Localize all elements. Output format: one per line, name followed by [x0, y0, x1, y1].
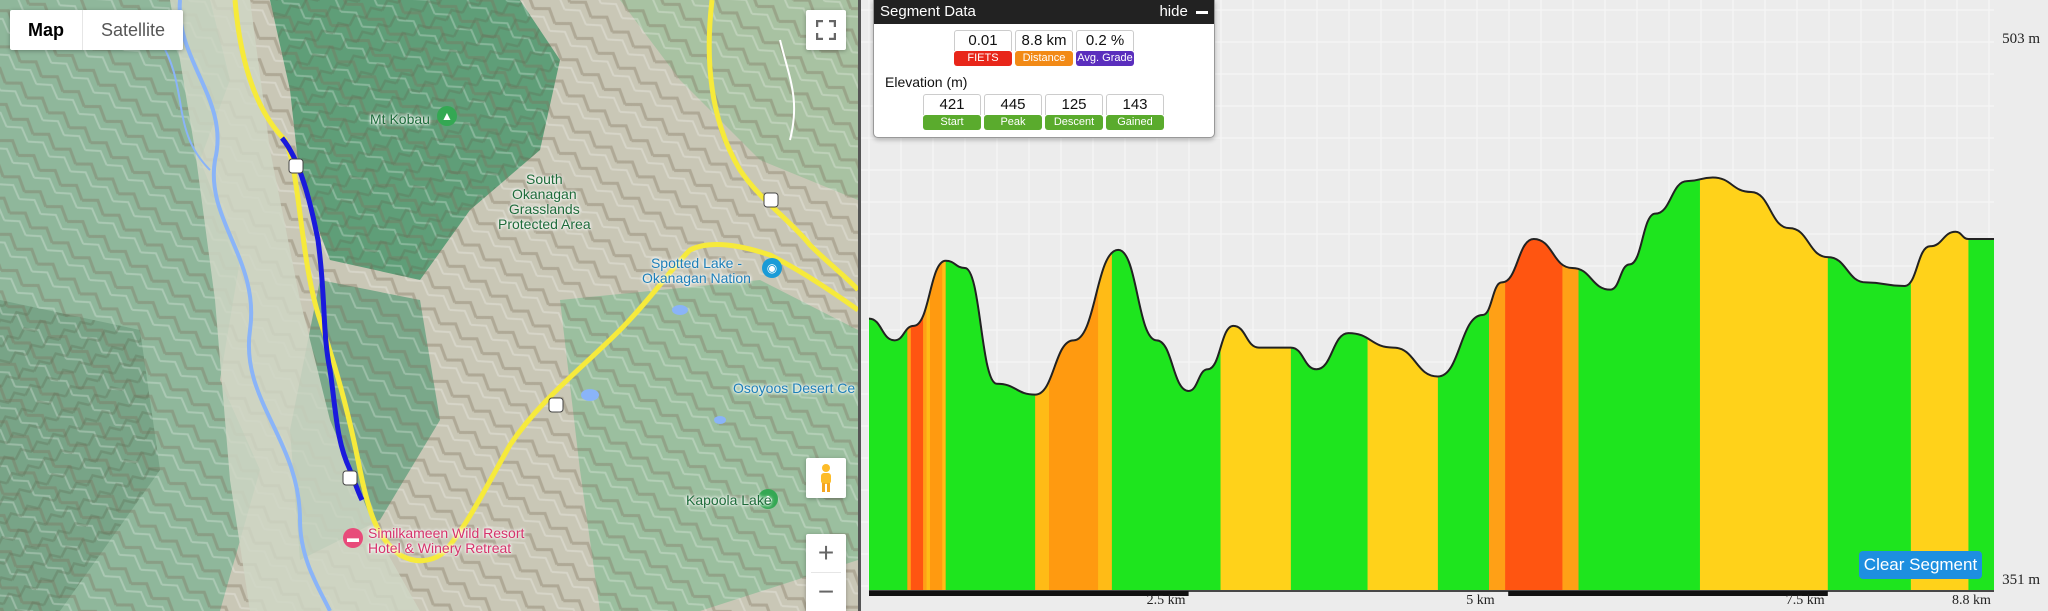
- gained-stat: 143 Gained: [1106, 94, 1164, 130]
- mountain-icon[interactable]: ▲: [437, 106, 457, 126]
- fullscreen-icon: [816, 20, 836, 40]
- fiets-value: 0.01: [954, 30, 1012, 51]
- clear-segment-button[interactable]: Clear Segment: [1859, 551, 1982, 579]
- map-type-control: Map Satellite: [10, 10, 184, 50]
- grade-label: Avg. Grade: [1076, 51, 1134, 66]
- hotel-icon[interactable]: ▬: [343, 528, 363, 548]
- peak-stat: 445 Peak: [984, 94, 1042, 130]
- distance-label: Distance: [1015, 51, 1073, 66]
- zoom-control: + −: [806, 534, 846, 611]
- pegman-icon: [821, 464, 831, 492]
- elevation-min-label: 351 m: [2002, 572, 2040, 588]
- spotted-lake-label[interactable]: Spotted Lake - Okanagan Nation: [642, 256, 751, 286]
- map-type-satellite-button[interactable]: Satellite: [83, 10, 183, 50]
- resort-label[interactable]: Similkameen Wild Resort Hotel & Winery R…: [368, 526, 524, 556]
- x-tick-label: 5 km: [1466, 593, 1495, 608]
- elevation-max-label: 503 m: [2002, 31, 2040, 47]
- mt-kobau-label[interactable]: Mt Kobau: [370, 112, 430, 127]
- descent-value: 125: [1045, 94, 1103, 115]
- x-tick-label: 2.5 km: [1146, 593, 1186, 608]
- descent-label: Descent: [1045, 115, 1103, 130]
- map-type-map-button[interactable]: Map: [10, 10, 83, 50]
- terrain-map[interactable]: [0, 0, 858, 611]
- grade-stat: 0.2 % Avg. Grade: [1076, 30, 1134, 66]
- gained-value: 143: [1106, 94, 1164, 115]
- peak-label: Peak: [984, 115, 1042, 130]
- start-value: 421: [923, 94, 981, 115]
- segment-data-panel: Segment Data hide 0.01 FIETS 8.8 km Dist…: [873, 0, 1215, 138]
- distance-stat: 8.8 km Distance: [1015, 30, 1073, 66]
- start-label: Start: [923, 115, 981, 130]
- map-view[interactable]: Map Satellite + − ▲ Mt Kobau South Okana…: [0, 0, 858, 611]
- osoyoos-label[interactable]: Osoyoos Desert Ce: [733, 381, 855, 396]
- grade-value: 0.2 %: [1076, 30, 1134, 51]
- kapoola-lake-label[interactable]: Kapoola Lake: [686, 493, 772, 508]
- distance-value: 8.8 km: [1015, 30, 1073, 51]
- zoom-in-button[interactable]: +: [818, 534, 834, 572]
- gained-label: Gained: [1106, 115, 1164, 130]
- peak-value: 445: [984, 94, 1042, 115]
- chart-right-margin: [1994, 0, 2048, 611]
- segment-header: Segment Data hide: [874, 0, 1214, 24]
- elevation-title: Elevation (m): [885, 74, 968, 90]
- hide-label: hide: [1159, 3, 1188, 20]
- grasslands-label[interactable]: South Okanagan Grasslands Protected Area: [498, 172, 591, 232]
- x-axis: [869, 590, 1994, 611]
- fiets-stat: 0.01 FIETS: [954, 30, 1012, 66]
- descent-stat: 125 Descent: [1045, 94, 1103, 130]
- x-tick-label: 8.8 km: [1952, 593, 1991, 608]
- hide-button[interactable]: hide: [1159, 0, 1208, 24]
- fiets-label: FIETS: [954, 51, 1012, 66]
- minus-icon: [1196, 10, 1208, 14]
- camera-icon[interactable]: ◉: [762, 258, 782, 278]
- fullscreen-button[interactable]: [806, 10, 846, 50]
- zoom-out-button[interactable]: −: [818, 573, 834, 611]
- x-tick-label: 7.5 km: [1785, 593, 1825, 608]
- start-stat: 421 Start: [923, 94, 981, 130]
- segment-title: Segment Data: [880, 3, 976, 20]
- street-view-button[interactable]: [806, 458, 846, 498]
